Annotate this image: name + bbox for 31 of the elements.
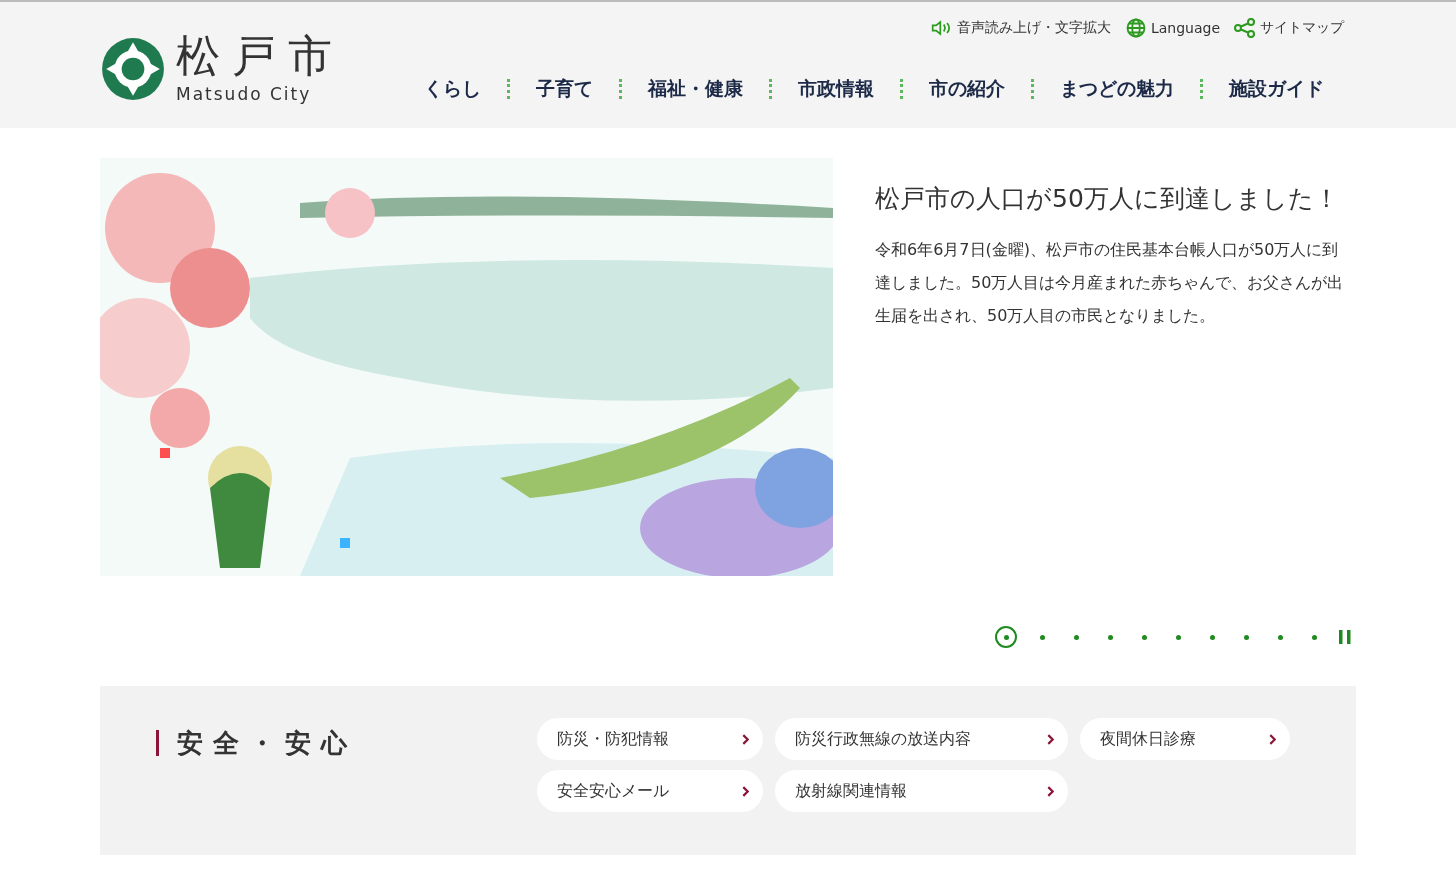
news-title[interactable]: 松戸市の人口が50万人に到達しました！ <box>875 176 1345 221</box>
nav-link[interactable]: 施設ガイド <box>1217 76 1336 102</box>
safety-link[interactable]: 放射線関連情報 <box>775 770 1068 812</box>
nav-link[interactable]: 福祉・健康 <box>636 76 755 102</box>
share-icon <box>1234 18 1256 38</box>
nav-link[interactable]: 市の紹介 <box>917 76 1017 102</box>
section-heading: 安全・安心 <box>156 730 477 756</box>
news-body: 令和6年6月7日(金曜)、松戸市の住民基本台帳人口が50万人に到達しました。50万人目は今月産まれた赤ちゃんで、お父さんが出生届を出され、50万人目の市民となりました。 <box>875 239 1345 327</box>
city-name: 松戸市 <box>176 34 344 78</box>
read-aloud-link[interactable]: 音声読み上げ・文字拡大 <box>930 18 1111 38</box>
globe-icon <box>1124 18 1147 38</box>
safety-link[interactable]: 安全安心メール <box>537 770 763 812</box>
pause-button[interactable] <box>1339 629 1353 645</box>
nav-link[interactable]: 子育て <box>524 76 605 102</box>
chevron-right-icon <box>742 733 749 745</box>
city-subtitle: Matsudo City <box>176 84 313 104</box>
chevron-right-icon <box>1047 733 1054 745</box>
chevron-right-icon <box>1269 733 1276 745</box>
safety-link[interactable]: 防災・防犯情報 <box>537 718 763 760</box>
slide-indicator[interactable] <box>995 626 1017 648</box>
sitemap-link[interactable]: サイトマップ <box>1234 18 1344 38</box>
safety-link[interactable]: 夜間休日診療 <box>1080 718 1290 760</box>
city-emblem-icon <box>100 36 166 102</box>
safety-link[interactable]: 防災行政無線の放送内容 <box>775 718 1068 760</box>
nav-link[interactable]: まつどの魅力 <box>1048 76 1186 102</box>
speaker-icon <box>930 18 953 38</box>
language-link[interactable]: Language <box>1124 18 1220 38</box>
chevron-right-icon <box>742 785 749 797</box>
nav-link[interactable]: くらし <box>412 76 493 102</box>
chevron-right-icon <box>1047 785 1054 797</box>
nav-link[interactable]: 市政情報 <box>786 76 886 102</box>
